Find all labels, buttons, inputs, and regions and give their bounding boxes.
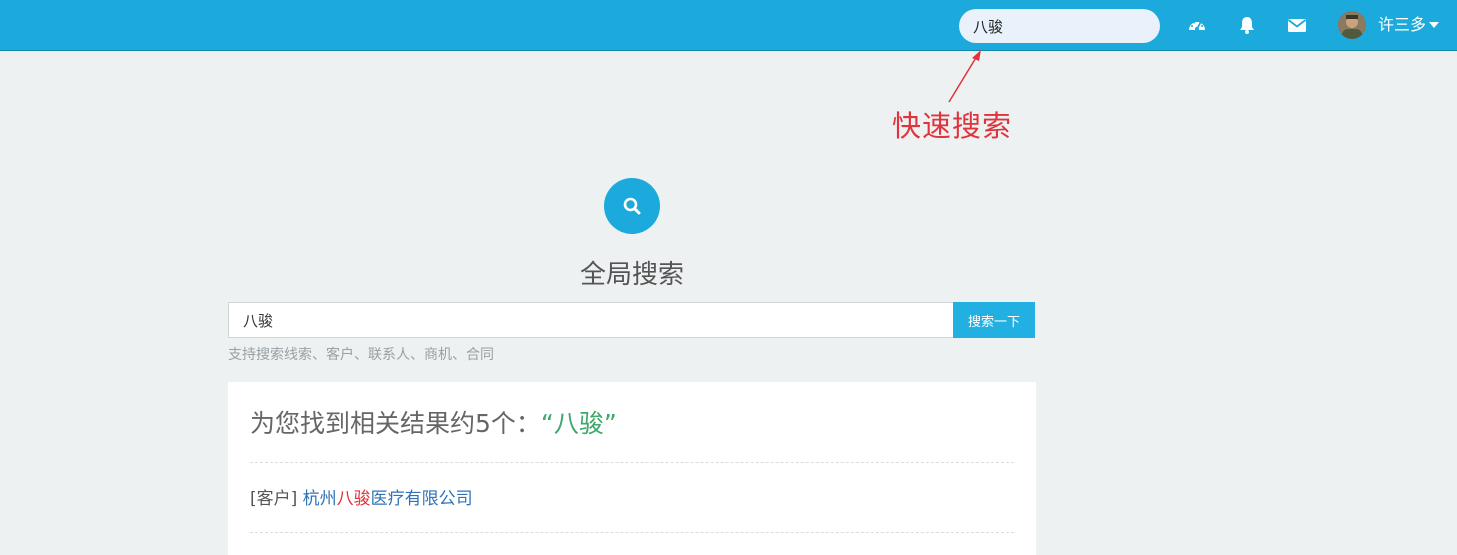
results-summary: 为您找到相关结果约5个：“八骏” [250,406,617,442]
divider [250,532,1014,533]
top-navbar: 许三多 [0,0,1457,51]
result-name-before: 杭州 [302,489,337,509]
envelope-icon[interactable] [1287,15,1307,35]
avatar[interactable] [1338,11,1366,39]
annotation-arrow [948,50,981,103]
user-menu-name[interactable]: 许三多 [1378,15,1426,35]
results-summary-term: “八骏” [540,409,617,438]
results-panel: 为您找到相关结果约5个：“八骏” [客户] 杭州八骏医疗有限公司 [228,382,1036,555]
quick-search-input[interactable] [959,9,1160,43]
result-link[interactable]: 杭州八骏医疗有限公司 [303,489,473,509]
divider [250,462,1014,463]
chevron-down-icon[interactable] [1429,22,1439,28]
result-name-after: 医疗有限公司 [370,489,473,509]
dashboard-icon[interactable] [1187,15,1207,35]
search-button[interactable]: 搜索一下 [953,302,1035,338]
result-type: [客户] [250,489,298,509]
bell-icon[interactable] [1237,15,1257,35]
global-search-input[interactable] [228,302,953,338]
annotation-label: 快速搜索 [892,109,1013,143]
result-name-highlight: 八骏 [336,489,371,509]
results-summary-prefix: 为您找到相关结果约5个： [250,409,541,438]
list-item: [客户] 杭州八骏医疗有限公司 [250,486,473,512]
search-icon [623,197,641,215]
page-title: 全局搜索 [579,260,684,290]
search-hint: 支持搜索线索、客户、联系人、商机、合同 [228,347,494,363]
search-badge [604,178,660,234]
